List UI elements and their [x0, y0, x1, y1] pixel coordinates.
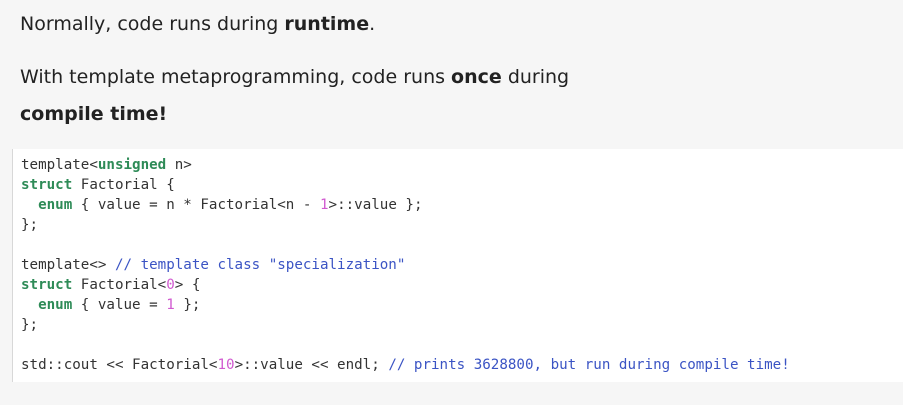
runtime-paragraph: Normally, code runs during runtime. — [20, 12, 375, 36]
comment-token: // prints 3628800, but run during compil… — [388, 357, 790, 373]
code-token: n> — [166, 157, 192, 173]
code-line-2: struct Factorial { — [21, 175, 175, 195]
code-block: template<unsigned n> struct Factorial { … — [12, 149, 903, 382]
comment-token: // template class — [114, 257, 269, 273]
number-token: 1 — [166, 297, 175, 313]
keyword-token: struct — [21, 177, 73, 193]
code-token: >::value << endl; — [234, 357, 389, 373]
code-token: Factorial { — [72, 177, 175, 193]
code-token: }; — [21, 317, 39, 333]
p1-period: . — [369, 13, 376, 35]
once-emphasis: once — [451, 66, 502, 88]
metaprogramming-paragraph: With template metaprogramming, code runs… — [20, 65, 569, 89]
code-token: Factorial< — [72, 277, 167, 293]
slide-page: Normally, code runs during runtime. With… — [0, 0, 903, 405]
code-token: >::value }; — [328, 197, 423, 213]
code-token: template<> — [21, 257, 115, 273]
code-line-8: enum { value = 1 }; — [21, 295, 200, 315]
keyword-token: unsigned — [97, 157, 167, 173]
code-token: > { — [174, 277, 201, 293]
code-line-11: std::cout << Factorial<10>::value << end… — [21, 355, 790, 375]
code-token: { value = — [72, 297, 167, 313]
code-line-6: template<> // template class "specializa… — [21, 255, 405, 275]
code-line-7: struct Factorial<0> { — [21, 275, 200, 295]
keyword-token: enum — [38, 297, 73, 313]
number-token: 0 — [166, 277, 175, 293]
code-token: }; — [21, 217, 39, 233]
keyword-token: struct — [21, 277, 73, 293]
number-token: 1 — [319, 197, 329, 213]
code-token: template< — [21, 157, 98, 173]
p1-text: Normally, code runs during — [20, 13, 285, 35]
compile-time-emphasis: compile time! — [20, 103, 168, 125]
string-token: "specialization" — [268, 257, 406, 273]
code-line-1: template<unsigned n> — [21, 155, 192, 175]
code-line-4: }; — [21, 215, 38, 235]
code-token: std::cout << Factorial< — [21, 357, 218, 373]
code-line-9: }; — [21, 315, 38, 335]
code-line-3: enum { value = n * Factorial<n - 1>::val… — [21, 195, 423, 215]
p2-text: With template metaprogramming, code runs — [20, 66, 452, 88]
p2-suffix: during — [501, 66, 570, 88]
compile-time-paragraph: compile time! — [20, 102, 167, 126]
number-token: 10 — [217, 357, 235, 373]
code-token: }; — [174, 297, 201, 313]
runtime-emphasis: runtime — [284, 13, 370, 35]
code-token: { value = n * Factorial<n - — [72, 197, 320, 213]
keyword-token: enum — [38, 197, 73, 213]
